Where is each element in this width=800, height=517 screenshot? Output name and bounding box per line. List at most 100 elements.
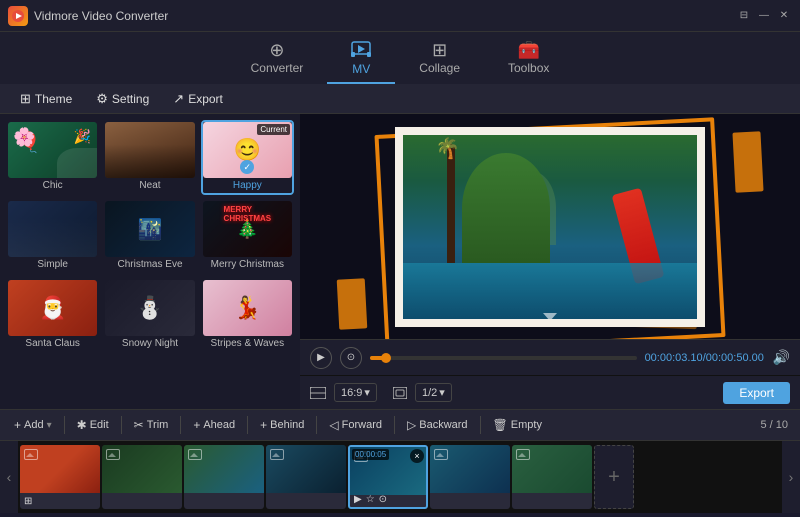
collage-icon: ⊞ <box>432 41 447 59</box>
divider-6 <box>394 416 395 434</box>
page-count: 5 / 10 <box>760 419 794 431</box>
theme-simple[interactable]: Simple <box>6 199 99 274</box>
volume-icon[interactable]: 🔊 <box>773 349 790 366</box>
edit-button[interactable]: ✱ Edit <box>69 415 117 435</box>
maximize-button[interactable]: — <box>756 8 772 24</box>
theme-merry-christmas[interactable]: 🎄 MERRY CHRISTMAS Merry Christmas <box>201 199 294 274</box>
behind-button[interactable]: + Behind <box>252 415 312 435</box>
theme-santa-claus[interactable]: 🎅 Santa Claus <box>6 278 99 353</box>
current-badge: Current <box>257 124 290 135</box>
theme-neat[interactable]: Neat <box>103 120 196 195</box>
ahead-button[interactable]: + Ahead <box>185 415 243 435</box>
trim-icon: ✂ <box>134 418 144 432</box>
theme-stripes-waves[interactable]: 💃 Stripes & Waves <box>201 278 294 353</box>
clip-2-thumb <box>102 445 182 493</box>
main-content: 🎈 🎉 Chic Neat 😊 Current ✓ Happy <box>0 114 800 409</box>
nav-bar: ⊕ Converter MV ⊞ Collage 🧰 Toolbox <box>0 32 800 84</box>
nav-toolbox[interactable]: 🧰 Toolbox <box>484 32 573 84</box>
empty-button[interactable]: 🗑 Empty <box>485 415 550 435</box>
clip-3[interactable] <box>184 445 264 509</box>
clip-5[interactable]: 00:00:05 × ▶☆⊙ <box>348 445 428 509</box>
clip-6[interactable] <box>430 445 510 509</box>
sub-toolbar: ⊞ Theme ⚙ Setting ↗ Export <box>0 84 800 114</box>
add-dropdown[interactable]: ▾ <box>47 420 52 431</box>
timeline-next[interactable]: › <box>782 441 800 513</box>
forward-icon: ◁ <box>329 418 338 432</box>
divider-5 <box>316 416 317 434</box>
theme-merry-christmas-label: Merry Christmas <box>203 257 292 272</box>
empty-label: Empty <box>511 419 542 431</box>
clip-7[interactable] <box>512 445 592 509</box>
preview-video: 🌴 <box>403 135 697 319</box>
nav-collage-label: Collage <box>419 61 460 75</box>
water <box>403 263 697 318</box>
toolbox-icon: 🧰 <box>517 41 539 59</box>
clip-5-time: 00:00:05 <box>352 449 389 460</box>
theme-chic[interactable]: 🎈 🎉 Chic <box>6 120 99 195</box>
theme-simple-label: Simple <box>8 257 97 272</box>
theme-happy[interactable]: 😊 Current ✓ Happy <box>201 120 294 195</box>
edit-label: Edit <box>90 419 109 431</box>
nav-collage[interactable]: ⊞ Collage <box>395 32 484 84</box>
preview-frame: 🌴 <box>395 127 705 327</box>
clip-5-icons: ▶☆⊙ <box>354 494 387 505</box>
active-check: ✓ <box>240 160 254 174</box>
clip-7-img-icon <box>516 449 530 460</box>
behind-icon: + <box>260 418 267 432</box>
timeline-prev[interactable]: ‹ <box>0 441 18 513</box>
edit-icon: ✱ <box>77 418 87 432</box>
progress-bar[interactable] <box>370 356 637 360</box>
minimize-button[interactable]: ⊟ <box>736 8 752 24</box>
window-controls[interactable]: ⊟ — ✕ <box>736 8 792 24</box>
clip-3-thumb <box>184 445 264 493</box>
progress-thumb[interactable] <box>381 353 391 363</box>
export-sub-btn[interactable]: ↗ Export <box>163 88 233 110</box>
gazebo <box>506 171 556 245</box>
stop-button[interactable]: ⊙ <box>340 347 362 369</box>
add-clip-button[interactable]: + <box>594 445 634 509</box>
nav-converter[interactable]: ⊕ Converter <box>227 32 328 84</box>
mv-icon <box>351 41 371 60</box>
nav-mv[interactable]: MV <box>327 32 395 84</box>
clip-6-thumb <box>430 445 510 493</box>
theme-stripes-waves-label: Stripes & Waves <box>203 336 292 351</box>
clip-1-icons: ⊞ <box>24 496 32 507</box>
export-sub-label: Export <box>188 92 223 106</box>
time-total: 00:00:50.00 <box>706 352 764 364</box>
time-current: 00:00:03.10 <box>645 352 703 364</box>
clip-4[interactable] <box>266 445 346 509</box>
controls-bar: ▶ ⊙ 00:00:03.10/00:00:50.00 🔊 <box>300 339 800 375</box>
trim-button[interactable]: ✂ Trim <box>126 415 177 435</box>
ahead-label: Ahead <box>203 419 235 431</box>
nav-mv-label: MV <box>352 62 370 76</box>
title-bar: Vidmore Video Converter ⊟ — ✕ <box>0 0 800 32</box>
theme-btn[interactable]: ⊞ Theme <box>10 88 82 110</box>
add-button[interactable]: + Add ▾ <box>6 415 60 435</box>
play-button[interactable]: ▶ <box>310 347 332 369</box>
setting-btn[interactable]: ⚙ Setting <box>86 88 159 110</box>
divider-3 <box>180 416 181 434</box>
clip-2-img-icon <box>106 449 120 460</box>
divider-4 <box>247 416 248 434</box>
forward-button[interactable]: ◁ Forward <box>321 415 390 435</box>
add-label: Add <box>24 419 44 431</box>
clip-2[interactable] <box>102 445 182 509</box>
backward-button[interactable]: ▷ Backward <box>399 415 476 435</box>
theme-christmas-eve[interactable]: 🌃 Christmas Eve <box>103 199 196 274</box>
preview-area: 🌴 <box>300 114 800 339</box>
close-button[interactable]: ✕ <box>776 8 792 24</box>
clip-1[interactable]: ⊞ <box>20 445 100 509</box>
theme-snowy-night[interactable]: ⛄ Snowy Night <box>103 278 196 353</box>
scale-value: 1/2 <box>422 387 437 399</box>
divider-1 <box>64 416 65 434</box>
clip-6-img-icon <box>434 449 448 460</box>
deco-accent-2 <box>337 278 368 329</box>
ratio-select[interactable]: 16:9 ▾ <box>334 383 377 402</box>
export-button[interactable]: Export <box>723 382 790 404</box>
clip-5-close[interactable]: × <box>410 449 424 463</box>
scale-chevron: ▾ <box>439 386 445 399</box>
app-title: Vidmore Video Converter <box>34 9 168 23</box>
clip-3-img-icon <box>188 449 202 460</box>
scale-select[interactable]: 1/2 ▾ <box>415 383 452 402</box>
ratio-value: 16:9 <box>341 387 362 399</box>
